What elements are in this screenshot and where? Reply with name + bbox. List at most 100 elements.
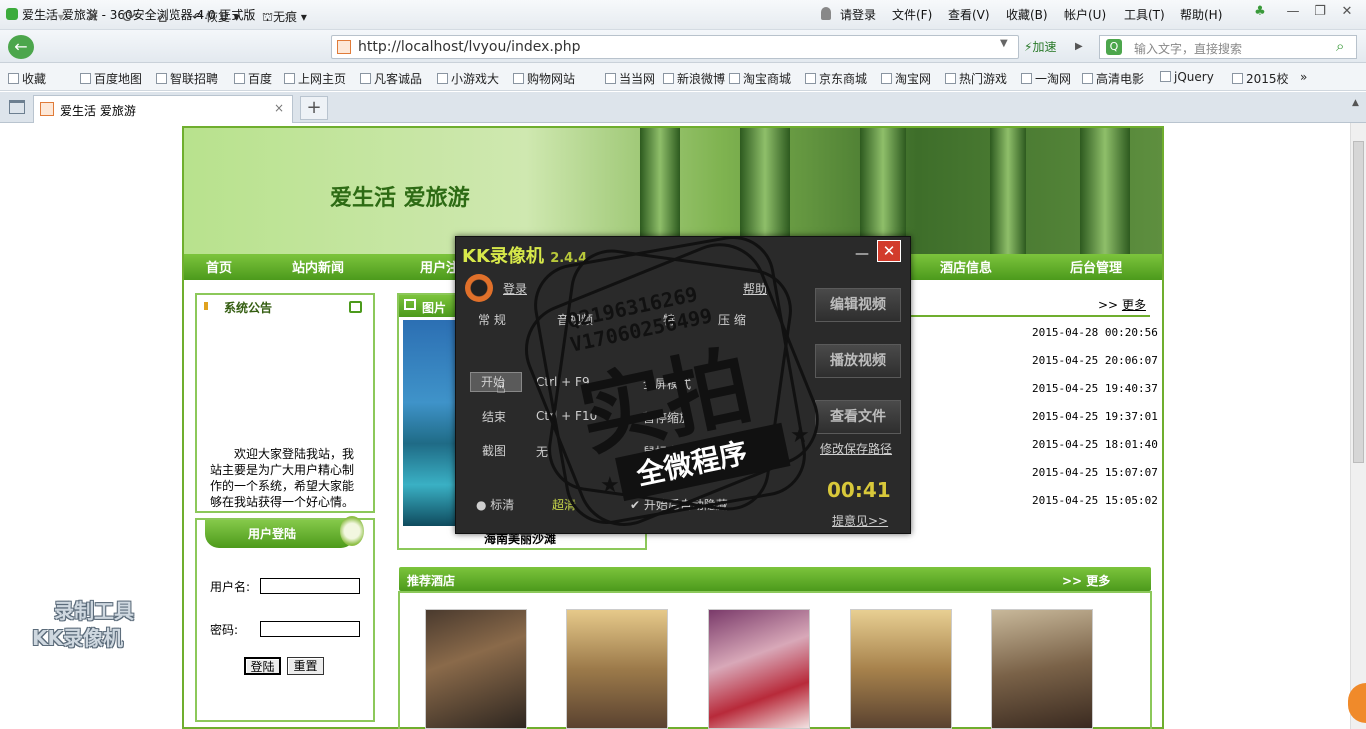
notice-title: 系统公告 <box>224 301 273 315</box>
hotel-more-link[interactable]: >> 更多 <box>1062 572 1110 589</box>
nav-admin[interactable]: 后台管理 <box>1070 257 1122 276</box>
accelerate-button[interactable]: ⚡加速 <box>1024 36 1056 58</box>
bookmark-icon <box>437 73 448 84</box>
bookmark-item[interactable]: 智联招聘 <box>156 70 218 87</box>
bookmark-item[interactable]: 热门游戏 <box>945 70 1007 87</box>
bookmarks-overflow-icon[interactable]: » <box>1300 70 1307 84</box>
search-icon[interactable]: ⌕ <box>1336 37 1344 55</box>
recorder-close-button[interactable]: ✕ <box>877 240 901 262</box>
restore-label: 恢复 <box>205 10 230 24</box>
password-label: 密码: <box>210 623 239 637</box>
bookmark-label: 上网主页 <box>298 72 347 86</box>
search-box[interactable]: Q 输入文字，直接搜索 ⌕ <box>1099 35 1357 59</box>
tab-close-icon[interactable]: × <box>274 101 284 115</box>
watermark-stamp: Q2196316269 V17060256499 实拍 全微程序 ★ ★ <box>524 235 819 527</box>
recorder-feedback-link[interactable]: 提意见>> <box>832 512 888 529</box>
bookmark-icon <box>234 73 245 84</box>
maximize-button[interactable]: ❐ <box>1309 4 1331 24</box>
address-bar[interactable]: http://localhost/lvyou/index.php <box>331 35 1019 59</box>
search-engine-icon[interactable]: Q <box>1106 39 1122 55</box>
home-icon[interactable]: ⌂ <box>158 6 168 28</box>
nav-home[interactable]: 首页 <box>206 257 232 276</box>
bookmark-label: 一淘网 <box>1035 72 1072 86</box>
bookmark-item[interactable]: 上网主页 <box>284 70 346 87</box>
go-icon[interactable]: ▶ <box>1075 36 1083 58</box>
bookmark-item[interactable]: 高清电影 <box>1082 70 1144 87</box>
menu-favorites[interactable]: 收藏(B) <box>1006 6 1048 23</box>
nav-news[interactable]: 站内新闻 <box>292 257 344 276</box>
copy-icon[interactable] <box>349 301 362 313</box>
refresh-icon[interactable]: ⟳ <box>122 6 135 28</box>
vertical-scrollbar[interactable] <box>1350 123 1366 729</box>
bookmark-icon <box>1082 73 1093 84</box>
bookmark-label: 新浪微博 <box>677 72 726 86</box>
bookmark-item[interactable]: 购物网站 <box>513 70 575 87</box>
restore-button[interactable]: ↶ 恢复 ▾ <box>192 6 240 28</box>
recorder-quality-standard-label: 标清 <box>490 498 515 512</box>
sidebar-toggle-icon[interactable] <box>9 100 25 114</box>
bookmark-item[interactable]: 2015校 <box>1232 70 1289 87</box>
nav-hotels[interactable]: 酒店信息 <box>940 257 992 276</box>
hotel-photo[interactable] <box>566 609 668 729</box>
recorder-quality-standard[interactable]: ● 标清 <box>476 496 514 513</box>
incognito-button[interactable]: ⛫无痕 ▾ <box>262 6 307 28</box>
back-icon[interactable]: ← <box>8 35 34 59</box>
scrollbar-thumb[interactable] <box>1353 141 1364 463</box>
bookmark-item[interactable]: 当当网 <box>605 70 655 87</box>
username-input[interactable] <box>260 578 360 594</box>
bookmark-label: 热门游戏 <box>959 72 1008 86</box>
menu-help[interactable]: 帮助(H) <box>1180 6 1222 23</box>
news-date: 2015-04-28 00:20:56 <box>1032 326 1158 339</box>
tab-scroll-icon[interactable]: ▲ <box>1352 98 1364 116</box>
bookmark-item[interactable]: 百度 <box>234 70 272 87</box>
close-window-button[interactable]: ✕ <box>1336 4 1358 24</box>
recorder-play-video-button[interactable]: 播放视频 <box>815 344 901 378</box>
hotel-photo[interactable] <box>850 609 952 729</box>
login-button[interactable]: 登陆 <box>244 657 281 675</box>
recorder-minimize-button[interactable]: — <box>855 246 869 262</box>
nav-register[interactable]: 用户注 <box>420 257 459 276</box>
more-arrows-icon: >> <box>1098 298 1122 312</box>
reset-button[interactable]: 重置 <box>287 657 324 675</box>
news-more-label: 更多 <box>1121 298 1146 312</box>
bookmark-item[interactable]: 淘宝商城 <box>729 70 791 87</box>
bookmark-item[interactable]: 淘宝网 <box>881 70 931 87</box>
recorder-edit-video-button[interactable]: 编辑视频 <box>815 288 901 322</box>
tab-active[interactable]: 爱生活 爱旅游 × <box>33 95 293 123</box>
skin-icon[interactable]: ♣ <box>1249 4 1271 24</box>
bookmark-label: 京东商城 <box>819 72 868 86</box>
menu-view[interactable]: 查看(V) <box>948 6 990 23</box>
menu-account[interactable]: 帐户(U) <box>1064 6 1106 23</box>
menu-file[interactable]: 文件(F) <box>892 6 932 23</box>
bookmark-item[interactable]: jQuery <box>1160 70 1214 84</box>
recorder-save-path-link[interactable]: 修改保存路径 <box>820 440 892 457</box>
bookmark-item[interactable]: 百度地图 <box>80 70 142 87</box>
minimize-button[interactable]: — <box>1282 4 1304 24</box>
new-tab-button[interactable]: + <box>300 96 328 120</box>
news-date: 2015-04-25 18:01:40 <box>1032 438 1158 451</box>
bookmark-item[interactable]: 京东商城 <box>805 70 867 87</box>
picture-header-icon <box>404 299 416 310</box>
bookmark-item[interactable]: 凡客诚品 <box>360 70 422 87</box>
recorder-tab-general[interactable]: 常 规 <box>478 311 506 328</box>
forward-icon[interactable]: → ▾ <box>44 6 64 28</box>
bookmark-item[interactable]: 一淘网 <box>1021 70 1071 87</box>
password-input[interactable] <box>260 621 360 637</box>
news-more-link[interactable]: >> 更多 <box>1098 296 1146 313</box>
hotel-photo[interactable] <box>991 609 1093 729</box>
hotel-photo[interactable] <box>708 609 810 729</box>
browser-logo-icon <box>6 8 18 20</box>
recorder-timer: 00:41 <box>827 478 891 502</box>
menu-tools[interactable]: 工具(T) <box>1124 6 1165 23</box>
bookmark-item[interactable]: 小游戏大 <box>437 70 499 87</box>
recorder-view-files-button[interactable]: 查看文件 <box>815 400 901 434</box>
address-dropdown-icon[interactable]: ▼ <box>1000 38 1008 49</box>
menu-login[interactable]: 请登录 <box>840 6 876 23</box>
bookmark-item[interactable]: 新浪微博 <box>663 70 725 87</box>
bookmark-item[interactable]: 收藏 <box>8 70 46 87</box>
hotel-photo[interactable] <box>425 609 527 729</box>
bookmark-label: 百度地图 <box>94 72 143 86</box>
stop-icon[interactable]: ✕ <box>86 6 99 28</box>
incognito-icon: ⛫ <box>262 10 274 24</box>
bookmark-label: 2015校 <box>1246 72 1289 86</box>
